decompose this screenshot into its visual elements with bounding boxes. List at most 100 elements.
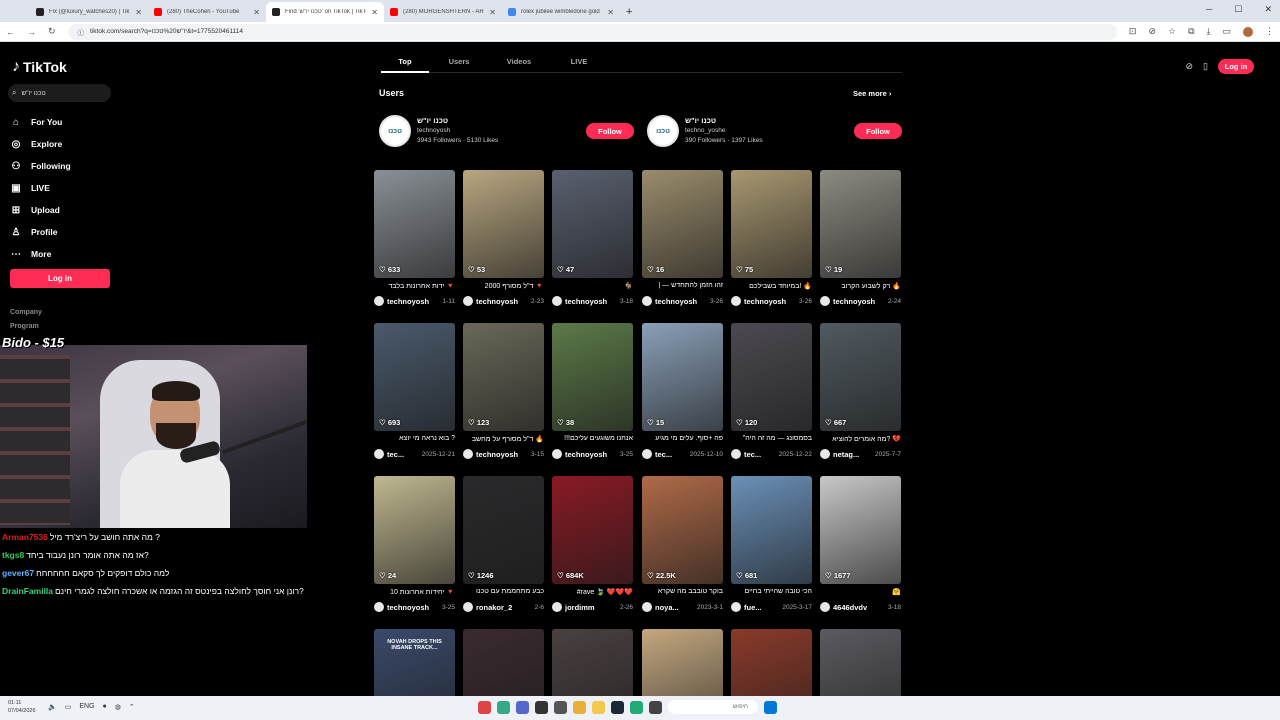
author-avatar[interactable] xyxy=(642,449,652,459)
extensions-icon[interactable]: ⧉ xyxy=(1188,26,1194,37)
video-thumbnail[interactable]: ♡ 38 xyxy=(552,323,633,431)
start-icon[interactable] xyxy=(764,700,777,714)
tab-close-icon[interactable]: ✕ xyxy=(371,8,378,17)
browser-tab[interactable]: (280) TheCohen - YouTube ✕ xyxy=(148,2,266,22)
install-icon[interactable]: ⊡ xyxy=(1129,26,1137,37)
network-icon[interactable]: ▭ xyxy=(65,703,72,711)
author-avatar[interactable] xyxy=(642,602,652,612)
author-name[interactable]: noya... xyxy=(655,603,679,612)
mic-icon[interactable]: ● xyxy=(103,703,107,711)
author-name[interactable]: technoyosh xyxy=(387,603,429,612)
tab-close-icon[interactable]: ✕ xyxy=(607,8,614,17)
author-name[interactable]: technoyosh xyxy=(833,297,875,306)
app-icon[interactable] xyxy=(554,700,567,714)
author-name[interactable]: technoyosh xyxy=(655,297,697,306)
author-name[interactable]: technoyosh xyxy=(476,297,518,306)
tab-videos[interactable]: Videos xyxy=(489,55,549,73)
video-thumbnail[interactable]: ♡ 123 xyxy=(463,323,544,431)
author-avatar[interactable] xyxy=(642,296,652,306)
user-card[interactable]: טכנו טכנו יו"ש techno_yoshe 390 Follower… xyxy=(647,115,902,147)
back-icon[interactable]: ← xyxy=(6,27,15,37)
app-icon[interactable] xyxy=(649,700,662,714)
video-thumbnail[interactable]: ♡ 120 xyxy=(731,323,812,431)
user-avatar[interactable]: טכנו xyxy=(379,115,411,147)
chrome-icon[interactable] xyxy=(573,700,586,714)
author-name[interactable]: 4646dvdv xyxy=(833,603,867,612)
tab-close-icon[interactable]: ✕ xyxy=(489,8,496,17)
footer-link-company[interactable]: Company xyxy=(10,309,42,316)
app-icon[interactable] xyxy=(478,700,491,714)
author-name[interactable]: netag... xyxy=(833,450,859,459)
video-thumbnail[interactable] xyxy=(552,629,633,696)
video-thumbnail[interactable]: ♡ 19 xyxy=(820,170,901,278)
author-name[interactable]: jordimm xyxy=(565,603,595,612)
sidebar-item-for-you[interactable]: ⌂ For You xyxy=(10,111,110,133)
search-input[interactable]: ⌕ טכנו יו"ש xyxy=(8,84,111,102)
video-thumbnail[interactable]: ♡ 681 xyxy=(731,476,812,584)
folder-icon[interactable] xyxy=(592,700,605,714)
maximize-icon[interactable]: ☐ xyxy=(1234,4,1242,15)
author-name[interactable]: technoyosh xyxy=(565,297,607,306)
author-name[interactable]: ronakor_2 xyxy=(476,603,512,612)
sidebar-item-live[interactable]: ▣ LIVE xyxy=(10,177,110,199)
author-name[interactable]: technoyosh xyxy=(565,450,607,459)
author-name[interactable]: tec... xyxy=(655,450,672,459)
footer-link-program[interactable]: Program xyxy=(10,323,39,330)
app-icon[interactable] xyxy=(516,700,529,714)
sidebar-item-more[interactable]: ⋯ More xyxy=(10,243,110,265)
video-thumbnail[interactable]: ♡ 24 xyxy=(374,476,455,584)
minimize-icon[interactable]: ─ xyxy=(1206,4,1212,15)
close-window-icon[interactable]: ✕ xyxy=(1264,4,1272,15)
tab-top[interactable]: Top xyxy=(381,55,429,73)
follow-button[interactable]: Follow xyxy=(854,123,902,139)
author-avatar[interactable] xyxy=(820,602,830,612)
site-info-icon[interactable]: ⓘ xyxy=(78,27,85,37)
new-tab-icon[interactable]: + xyxy=(620,2,638,22)
author-name[interactable]: tec... xyxy=(744,450,761,459)
header-login-button[interactable]: Log in xyxy=(1218,59,1254,74)
eye-off-icon[interactable]: ⊘ xyxy=(1148,26,1156,37)
clock[interactable]: 01:11 07/04/2026 xyxy=(8,699,36,715)
author-name[interactable]: fue... xyxy=(744,603,762,612)
steam-icon[interactable] xyxy=(611,700,624,714)
video-thumbnail[interactable]: ♡ 16 xyxy=(642,170,723,278)
browser-tab[interactable]: Fix (@luxury_watches20) | TikTo ✕ xyxy=(30,2,148,22)
reload-icon[interactable]: ↻ xyxy=(48,26,56,37)
author-name[interactable]: technoyosh xyxy=(387,297,429,306)
author-avatar[interactable] xyxy=(463,602,473,612)
author-avatar[interactable] xyxy=(463,296,473,306)
profile-avatar[interactable] xyxy=(1243,26,1253,37)
see-more-link[interactable]: See more › xyxy=(853,89,891,98)
video-thumbnail[interactable]: ♡ 53 xyxy=(463,170,544,278)
url-field[interactable]: ⓘ tiktok.com/search?q=יו"ש%20טכנו&t=1775… xyxy=(67,23,1117,40)
video-thumbnail[interactable]: ♡ 47 xyxy=(552,170,633,278)
taskbar-search[interactable]: חיפוש xyxy=(668,700,758,714)
phone-icon[interactable]: ▯ xyxy=(1203,61,1208,72)
follow-button[interactable]: Follow xyxy=(586,123,634,139)
video-thumbnail[interactable] xyxy=(463,629,544,696)
author-avatar[interactable] xyxy=(374,449,384,459)
author-avatar[interactable] xyxy=(552,602,562,612)
volume-icon[interactable]: 🔈 xyxy=(48,703,57,711)
author-name[interactable]: technoyosh xyxy=(744,297,786,306)
sidebar-toggle-icon[interactable]: ▭ xyxy=(1222,26,1231,37)
video-thumbnail[interactable]: ♡ 15 xyxy=(642,323,723,431)
video-thumbnail[interactable]: ♡ 75 xyxy=(731,170,812,278)
tab-live[interactable]: LIVE xyxy=(549,55,609,73)
sidebar-item-profile[interactable]: ♙ Profile xyxy=(10,221,110,243)
bookmark-star-icon[interactable]: ☆ xyxy=(1168,26,1176,37)
tray-app-icon[interactable]: ◍ xyxy=(115,703,121,711)
author-avatar[interactable] xyxy=(552,449,562,459)
browser-menu-icon[interactable]: ⋮ xyxy=(1265,26,1274,37)
author-avatar[interactable] xyxy=(374,296,384,306)
forward-icon[interactable]: → xyxy=(27,27,36,37)
sidebar-item-following[interactable]: ⚇ Following xyxy=(10,155,110,177)
app-icon[interactable] xyxy=(535,700,548,714)
video-thumbnail[interactable] xyxy=(820,629,901,696)
author-avatar[interactable] xyxy=(463,449,473,459)
download-icon[interactable]: ⤓ xyxy=(1207,26,1211,37)
author-avatar[interactable] xyxy=(552,296,562,306)
sidebar-login-button[interactable]: Log in xyxy=(10,269,110,288)
app-icon[interactable] xyxy=(497,700,510,714)
browser-tab[interactable]: Find 'טכנו יו"ש' on TikTok | TikTo ✕ xyxy=(266,2,384,22)
